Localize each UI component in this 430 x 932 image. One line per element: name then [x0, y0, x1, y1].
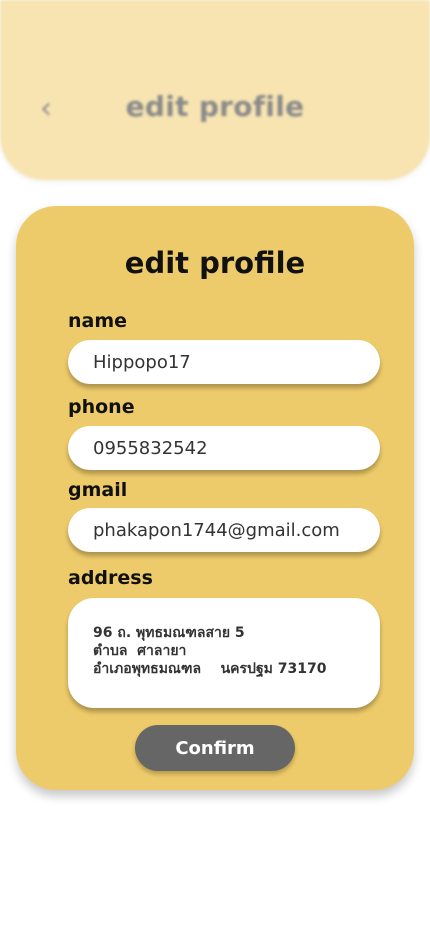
name-label: name [68, 310, 128, 332]
edit-profile-card: edit profile name Hippopo17 phone 095583… [16, 206, 414, 790]
phone-field[interactable]: 0955832542 [68, 426, 380, 470]
phone-label: phone [68, 396, 135, 418]
background-page-title: edit profile [125, 90, 305, 123]
card-title: edit profile [124, 246, 306, 280]
background-header: ‹ edit profile [0, 0, 430, 180]
address-label: address [68, 567, 153, 589]
gmail-label: gmail [68, 479, 128, 501]
gmail-field[interactable]: phakapon1744@gmail.com [68, 508, 380, 552]
address-line-2: ตำบล ศาลายา [93, 643, 187, 659]
confirm-button[interactable]: Confirm [135, 725, 295, 771]
address-line-1: 96 ถ. พุทธมณฑลสาย 5 [93, 625, 245, 641]
address-field[interactable]: 96 ถ. พุทธมณฑลสาย 5 ตำบล ศาลายา อำเภอพุท… [68, 598, 380, 708]
address-line-3: อำเภอพุทธมณฑล นครปฐม 73170 [93, 661, 327, 677]
name-field[interactable]: Hippopo17 [68, 340, 380, 384]
